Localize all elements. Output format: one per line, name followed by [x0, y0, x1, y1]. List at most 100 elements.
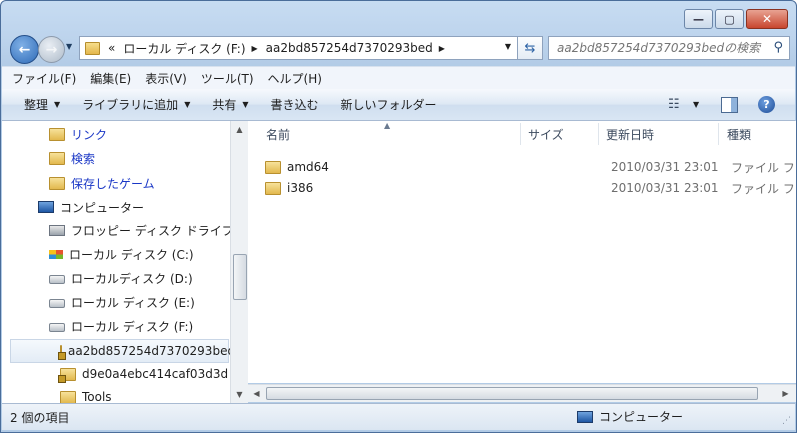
burn-button[interactable]: 書き込む [271, 96, 319, 113]
maximize-icon: ▢ [724, 12, 735, 26]
locked-folder-icon [58, 344, 66, 360]
sidebar-item-folder[interactable]: d9e0a4ebc414caf03d3d [58, 364, 228, 384]
back-button[interactable]: ← [10, 35, 39, 64]
menu-help[interactable]: ヘルプ(H) [268, 70, 322, 87]
status-zone: コンピューター [577, 408, 683, 425]
chevron-right-icon[interactable]: ▶ [439, 44, 445, 53]
add-to-library-button[interactable]: ライブラリに追加 ▼ [82, 96, 190, 113]
folder-icon [85, 41, 100, 55]
address-segment-drive[interactable]: ローカル ディスク (F:) [123, 40, 245, 57]
table-row[interactable]: i386 2010/03/31 23:01 ファイル フ [265, 178, 796, 198]
drive-icon [49, 275, 65, 284]
sidebar-item-label: 保存したゲーム [71, 176, 155, 191]
minimize-button[interactable]: — [684, 9, 713, 29]
scroll-right-icon[interactable]: ▶ [777, 385, 794, 402]
folder-icon [60, 390, 76, 403]
sidebar-item-label: リンク [71, 127, 108, 142]
sidebar-item-floppy[interactable]: フロッピー ディスク ドライブ [49, 220, 230, 240]
forward-button[interactable]: → [38, 36, 65, 63]
new-folder-label: 新しいフォルダー [340, 98, 437, 112]
sidebar-item-label: aa2bd857254d7370293bed [68, 344, 230, 358]
sidebar-item-searches[interactable]: 検索 [49, 148, 95, 168]
refresh-button[interactable]: ⇆ [517, 36, 543, 60]
floppy-drive-icon [49, 224, 65, 236]
view-dropdown-icon[interactable]: ▼ [693, 100, 699, 109]
sidebar-item-label: ローカルディスク (D:) [71, 271, 193, 286]
address-segment-folder[interactable]: aa2bd857254d7370293bed [266, 41, 433, 55]
table-row[interactable]: amd64 2010/03/31 23:01 ファイル フ [265, 157, 796, 177]
help-icon[interactable]: ? [758, 96, 775, 113]
address-overflow[interactable]: « [108, 41, 115, 55]
file-list-hscrollbar[interactable]: ◀ ▶ [248, 384, 796, 402]
sidebar-item-saved-games[interactable]: 保存したゲーム [49, 173, 155, 193]
navigation-pane: リンク 検索 保存したゲーム コンピューター フロッピー ディスク ドライブ ロ… [2, 121, 230, 403]
scroll-down-icon[interactable]: ▼ [231, 386, 248, 403]
chevron-right-icon[interactable]: ▶ [252, 44, 258, 53]
navigation-scrollbar[interactable]: ▲ ▼ [230, 121, 248, 403]
menu-file[interactable]: ファイル(F) [12, 70, 76, 87]
computer-icon [38, 201, 54, 213]
file-type: ファイル フ [731, 181, 795, 196]
view-options-icon[interactable]: ☷ [668, 97, 680, 112]
minimize-icon: — [693, 12, 704, 26]
scroll-up-icon[interactable]: ▲ [231, 121, 248, 138]
link-folder-icon [49, 127, 65, 141]
chevron-down-icon: ▼ [54, 100, 61, 109]
computer-icon [577, 410, 593, 423]
sidebar-item-drive-f[interactable]: ローカル ディスク (F:) [49, 316, 193, 336]
sidebar-item-drive-c[interactable]: ローカル ディスク (C:) [49, 244, 194, 264]
column-header-modified[interactable]: 更新日時 [606, 121, 654, 147]
new-folder-button[interactable]: 新しいフォルダー [341, 96, 437, 113]
drive-icon [49, 299, 65, 308]
add-to-library-label: ライブラリに追加 [82, 98, 179, 112]
file-modified: 2010/03/31 23:01 [611, 160, 719, 174]
sidebar-item-label: コンピューター [60, 200, 145, 215]
sidebar-item-links[interactable]: リンク [49, 124, 107, 144]
scroll-thumb[interactable] [266, 387, 758, 400]
sidebar-item-drive-d[interactable]: ローカルディスク (D:) [49, 268, 193, 288]
recent-pages-dropdown[interactable]: ▼ [66, 42, 72, 51]
file-name: i386 [287, 181, 314, 195]
column-header-name[interactable]: 名前 [266, 121, 290, 147]
search-box[interactable]: ⚲ [548, 36, 790, 60]
explorer-window: — ▢ ✕ ← → ▼ « ローカル ディスク (F:) ▶ aa2bd8572… [0, 0, 797, 433]
sidebar-item-computer[interactable]: コンピューター [38, 197, 144, 217]
sidebar-item-label: Tools [82, 390, 112, 403]
menu-edit[interactable]: 編集(E) [90, 70, 131, 87]
file-modified: 2010/03/31 23:01 [611, 181, 719, 195]
search-folder-icon [49, 151, 65, 165]
chevron-down-icon: ▼ [242, 100, 249, 109]
sidebar-item-label: フロッピー ディスク ドライブ [71, 223, 230, 238]
sidebar-item-selected-folder[interactable]: aa2bd857254d7370293bed [10, 339, 230, 363]
resize-grip-icon[interactable]: ⋰ [782, 416, 791, 426]
search-input[interactable] [555, 40, 771, 56]
sidebar-item-drive-e[interactable]: ローカル ディスク (E:) [49, 292, 195, 312]
refresh-icon: ⇆ [524, 40, 536, 56]
share-label: 共有 [212, 98, 237, 112]
share-button[interactable]: 共有 ▼ [212, 96, 248, 113]
address-dropdown-icon[interactable]: ▼ [505, 42, 511, 51]
windows-drive-icon [49, 249, 63, 259]
folder-icon [265, 181, 281, 195]
menu-tools[interactable]: ツール(T) [201, 70, 254, 87]
sidebar-item-tools[interactable]: Tools [60, 387, 112, 403]
menu-bar: ファイル(F) 編集(E) 表示(V) ツール(T) ヘルプ(H) [2, 66, 795, 89]
file-list: ▲ 名前 サイズ 更新日時 種類 amd64 2010/03/31 23:01 … [248, 121, 796, 383]
chevron-down-icon: ▼ [184, 100, 191, 109]
column-header-size[interactable]: サイズ [528, 121, 564, 147]
column-header-type[interactable]: 種類 [727, 121, 751, 147]
address-bar[interactable]: « ローカル ディスク (F:) ▶ aa2bd857254d7370293be… [79, 36, 518, 60]
close-button[interactable]: ✕ [746, 9, 788, 29]
folder-icon [265, 160, 281, 174]
organize-button[interactable]: 整理 ▼ [24, 96, 60, 113]
sidebar-item-label: 検索 [71, 151, 96, 166]
scroll-left-icon[interactable]: ◀ [248, 385, 265, 402]
maximize-button[interactable]: ▢ [715, 9, 744, 29]
preview-pane-icon[interactable] [721, 97, 738, 113]
sort-ascending-icon: ▲ [384, 121, 391, 130]
zone-label: コンピューター [599, 410, 684, 424]
scroll-thumb[interactable] [233, 254, 247, 300]
caption-buttons: — ▢ ✕ [682, 9, 788, 29]
menu-view[interactable]: 表示(V) [145, 70, 187, 87]
search-icon[interactable]: ⚲ [773, 40, 783, 55]
